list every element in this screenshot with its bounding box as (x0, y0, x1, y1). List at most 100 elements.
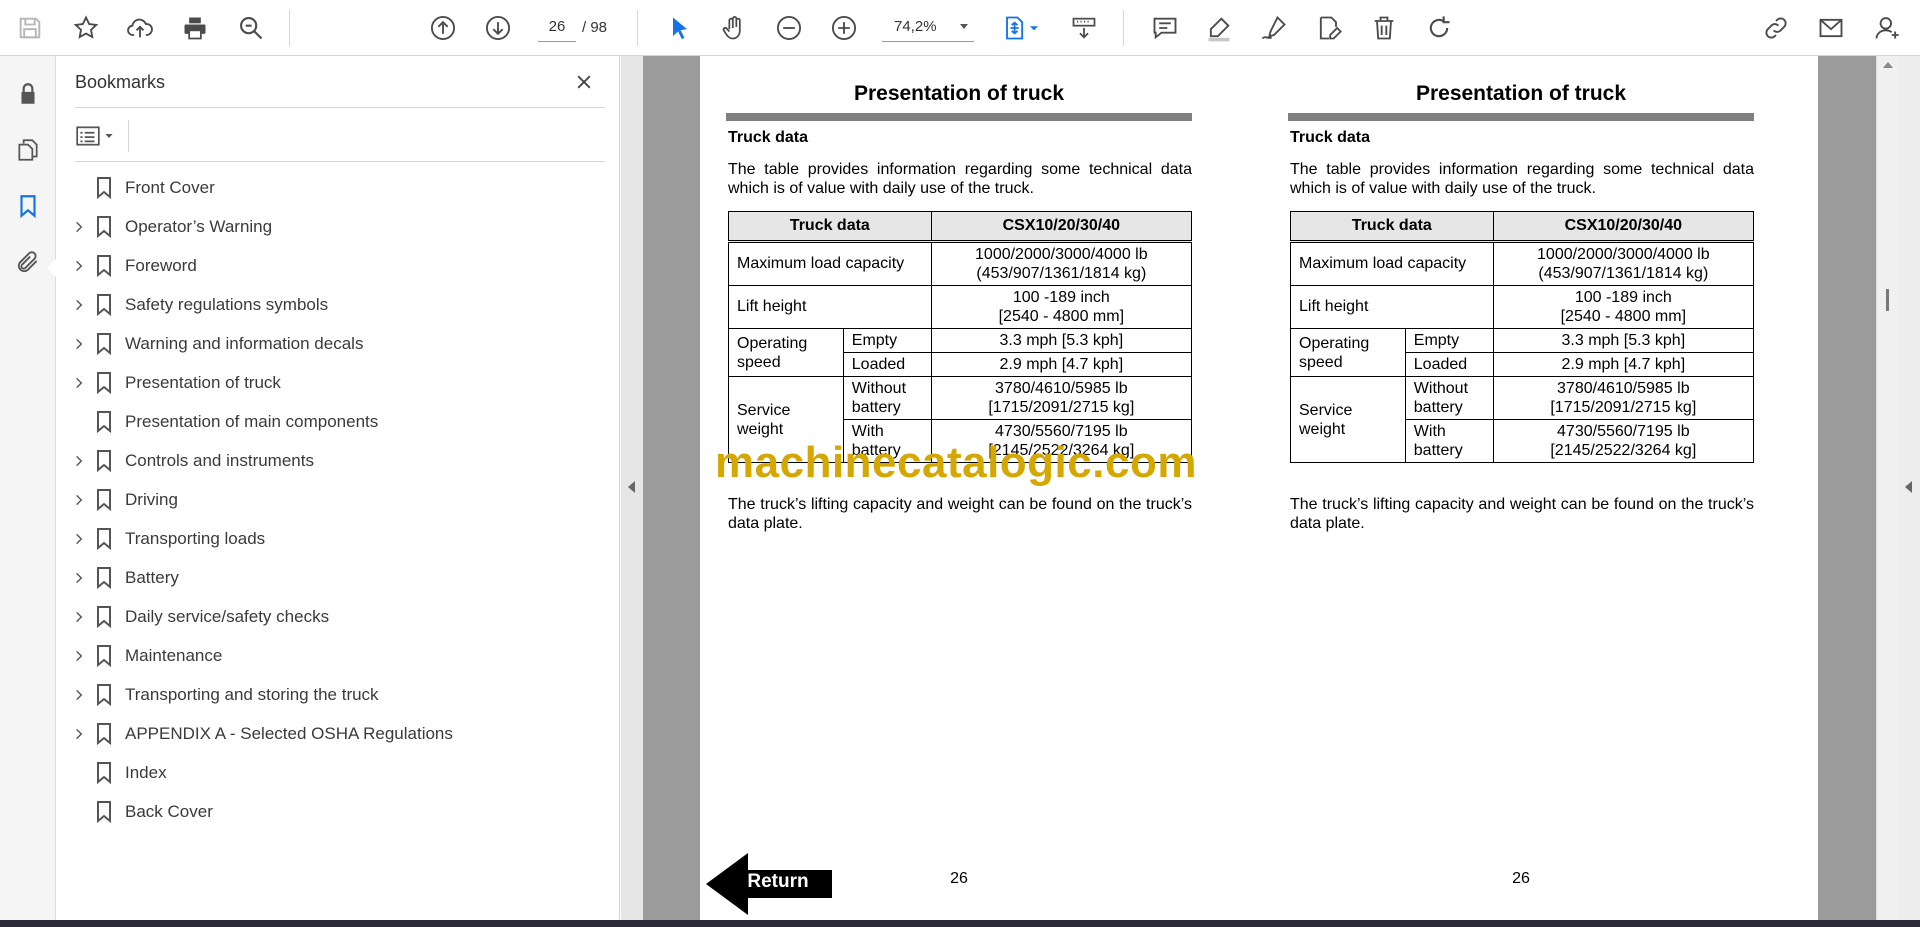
delete-icon[interactable] (1366, 10, 1402, 46)
comment-icon[interactable] (1147, 10, 1183, 46)
chevron-right-icon[interactable] (72, 688, 86, 702)
chevron-right-icon[interactable] (72, 493, 86, 507)
chevron-right-icon[interactable] (72, 298, 86, 312)
bookmark-item[interactable]: APPENDIX A - Selected OSHA Regulations (56, 714, 620, 753)
bookmark-item[interactable]: Driving (56, 480, 620, 519)
chevron-down-icon[interactable] (1026, 10, 1042, 46)
bookmark-item[interactable]: Safety regulations symbols (56, 285, 620, 324)
bookmark-icon (96, 410, 112, 433)
bookmark-item[interactable]: Index (56, 753, 620, 792)
cloud-upload-icon[interactable] (122, 10, 158, 46)
collapse-panel-button[interactable] (621, 56, 643, 920)
pages-icon[interactable] (10, 132, 46, 168)
bookmark-item[interactable]: Transporting loads (56, 519, 620, 558)
lock-icon[interactable] (10, 76, 46, 112)
bookmark-label: Operator’s Warning (125, 216, 273, 236)
zoom-out-icon[interactable] (771, 10, 807, 46)
bookmark-item[interactable]: Transporting and storing the truck (56, 675, 620, 714)
bookmark-item[interactable]: Foreword (56, 246, 620, 285)
edit-pdf-icon[interactable] (1311, 10, 1347, 46)
intro-paragraph: The table provides information regarding… (728, 161, 1192, 197)
table-cell: Operating speed (728, 328, 844, 377)
zoom-in-icon[interactable] (826, 10, 862, 46)
zoom-level-value: 74,2% (894, 18, 937, 35)
section-subtitle: Truck data (728, 129, 809, 146)
sign-icon[interactable] (1256, 10, 1292, 46)
bookmark-item[interactable]: Back Cover (56, 792, 620, 831)
table-cell: 4730/5560/7195 lb [2145/2522/3264 kg] (1492, 419, 1755, 463)
table-cell: 2.9 mph [4.7 kph] (1492, 352, 1755, 377)
close-icon[interactable] (570, 68, 598, 96)
chevron-right-icon[interactable] (72, 220, 86, 234)
pdf-page: Presentation of truck Truck data The tab… (700, 56, 1818, 920)
panel-title: Bookmarks (75, 72, 166, 92)
chevron-right-icon[interactable] (72, 649, 86, 663)
return-button[interactable]: Return (706, 853, 832, 915)
bookmark-item[interactable]: Battery (56, 558, 620, 597)
bookmark-item[interactable]: Presentation of main components (56, 402, 620, 441)
table-cell: 3780/4610/5985 lb [1715/2091/2715 kg] (930, 376, 1193, 420)
outro-paragraph: The truck’s lifting capacity and weight … (728, 496, 1192, 532)
chevron-right-icon[interactable] (72, 571, 86, 585)
page-up-icon[interactable] (425, 10, 461, 46)
chevron-right-icon[interactable] (72, 259, 86, 273)
bookmark-icon (96, 488, 112, 511)
bookmark-icon (96, 527, 112, 550)
bookmark-list: Front Cover Operator’s Warning Foreword Saf… (56, 168, 620, 831)
hand-icon[interactable] (716, 10, 752, 46)
table-cell: 2.9 mph [4.7 kph] (930, 352, 1193, 377)
mail-icon[interactable] (1813, 10, 1849, 46)
bookmark-item[interactable]: Warning and information decals (56, 324, 620, 363)
attachment-icon[interactable] (10, 244, 46, 280)
title-rule (1288, 113, 1754, 121)
bookmark-icon (96, 254, 112, 277)
select-arrow-icon[interactable] (662, 10, 698, 46)
bookmark-label: Transporting and storing the truck (125, 684, 379, 704)
chevron-right-icon[interactable] (72, 610, 86, 624)
star-icon[interactable] (68, 10, 104, 46)
save-icon[interactable] (12, 10, 48, 46)
table-cell: 1000/2000/3000/4000 lb (453/907/1361/1814… (1492, 240, 1755, 286)
print-icon[interactable] (177, 10, 213, 46)
zoom-level-select[interactable]: 74,2% (882, 12, 974, 42)
bookmark-item[interactable]: Maintenance (56, 636, 620, 675)
scroll-up-icon[interactable] (1883, 62, 1893, 68)
main-toolbar: 26 / 98 74,2% (0, 0, 1920, 56)
chevron-right-icon[interactable] (72, 454, 86, 468)
bookmark-item[interactable]: Front Cover (56, 168, 620, 207)
table-cell: Without battery (842, 376, 932, 420)
table-header-cell: CSX10/20/30/40 (930, 211, 1193, 242)
chevron-right-icon[interactable] (72, 532, 86, 546)
table-cell: Maximum load capacity (1290, 240, 1494, 286)
table-cell: Service weight (1290, 376, 1406, 463)
page-number-input[interactable]: 26 (538, 12, 576, 42)
account-icon[interactable] (1869, 10, 1905, 46)
bookmark-options-button[interactable] (75, 120, 123, 152)
page-down-icon[interactable] (480, 10, 516, 46)
bookmark-item[interactable]: Daily service/safety checks (56, 597, 620, 636)
chevron-left-icon (628, 481, 635, 493)
vertical-scrollbar[interactable] (1876, 56, 1898, 920)
chevron-right-icon[interactable] (72, 337, 86, 351)
highlight-icon[interactable] (1201, 10, 1237, 46)
scrollbar-thumb[interactable] (1886, 289, 1889, 311)
table-cell: 3.3 mph [5.3 kph] (1492, 328, 1755, 353)
bookmark-item[interactable]: Controls and instruments (56, 441, 620, 480)
rotate-icon[interactable] (1421, 10, 1457, 46)
bookmark-item[interactable]: Operator’s Warning (56, 207, 620, 246)
scroll-mode-icon[interactable] (1066, 10, 1102, 46)
search-icon[interactable] (233, 10, 269, 46)
bookmark-item[interactable]: Presentation of truck (56, 363, 620, 402)
link-icon[interactable] (1758, 10, 1794, 46)
chevron-right-icon[interactable] (72, 727, 86, 741)
bookmark-label: Controls and instruments (125, 450, 314, 470)
bookmark-icon[interactable] (10, 188, 46, 224)
bookmark-label: Front Cover (125, 177, 215, 197)
page-number: 26 (1512, 870, 1530, 887)
list-options-icon (76, 126, 100, 146)
left-navigation-rail (0, 56, 56, 920)
chevron-right-icon[interactable] (72, 376, 86, 390)
table-header-cell: Truck data (728, 211, 932, 242)
table-cell: Empty (842, 328, 932, 353)
right-pane-toggle[interactable] (1898, 56, 1920, 920)
